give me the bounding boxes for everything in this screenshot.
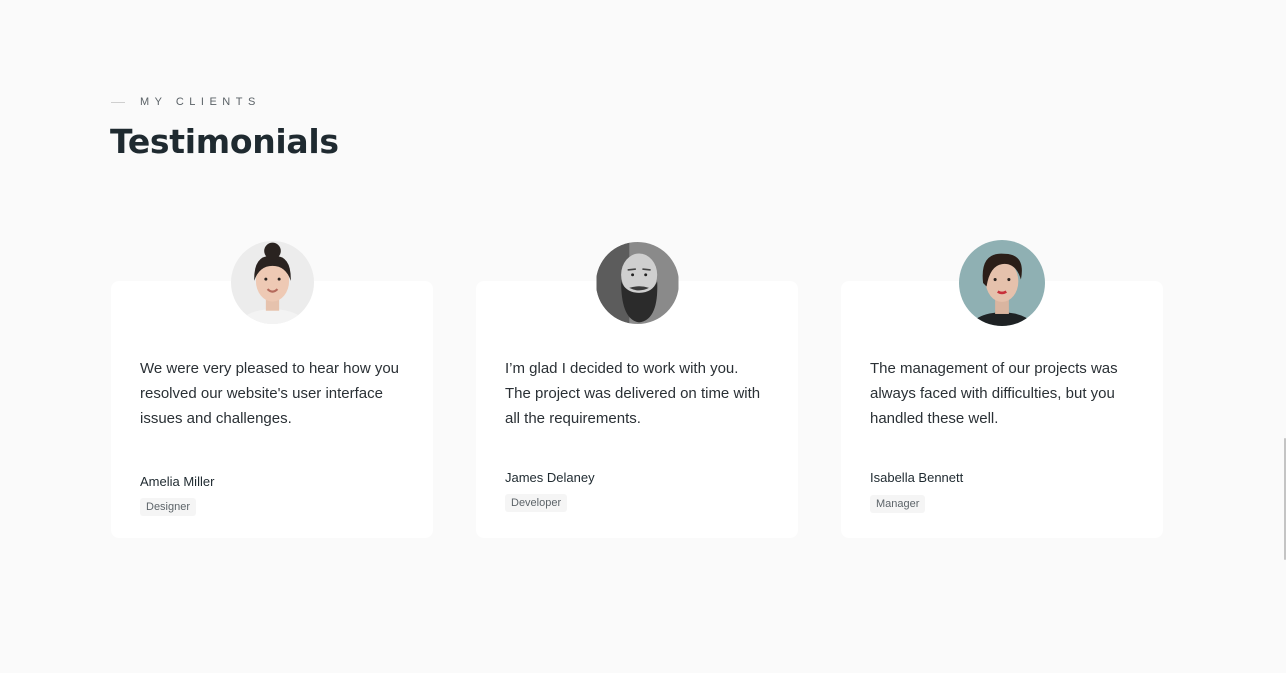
client-role-badge: Developer (505, 494, 568, 512)
client-name: James Delaney (505, 470, 595, 485)
client-name: Amelia Miller (140, 474, 215, 489)
eyebrow-label: MY CLIENTS (140, 96, 261, 108)
bearded-man-portrait-icon (596, 242, 679, 324)
client-name: Isabella Bennett (870, 470, 964, 485)
woman-bun-portrait-icon (231, 241, 314, 324)
testimonial-quote: The management of our projects was alway… (870, 360, 1118, 427)
eyebrow-dash (111, 101, 125, 103)
client-role-badge: Manager (870, 495, 926, 513)
client-avatar (596, 242, 679, 324)
client-avatar (959, 240, 1045, 326)
short-hair-woman-portrait-icon (959, 240, 1045, 326)
section-title: Testimonials (110, 122, 339, 161)
client-avatar (231, 241, 314, 324)
section-eyebrow: MY CLIENTS (111, 96, 261, 108)
testimonial-quote: We were very pleased to hear how you res… (140, 360, 400, 427)
testimonials-section: MY CLIENTS Testimonials We were very ple… (0, 0, 1286, 673)
client-role-badge: Designer (140, 498, 197, 516)
testimonial-quote: I’m glad I decided to work with you. The… (505, 360, 761, 427)
